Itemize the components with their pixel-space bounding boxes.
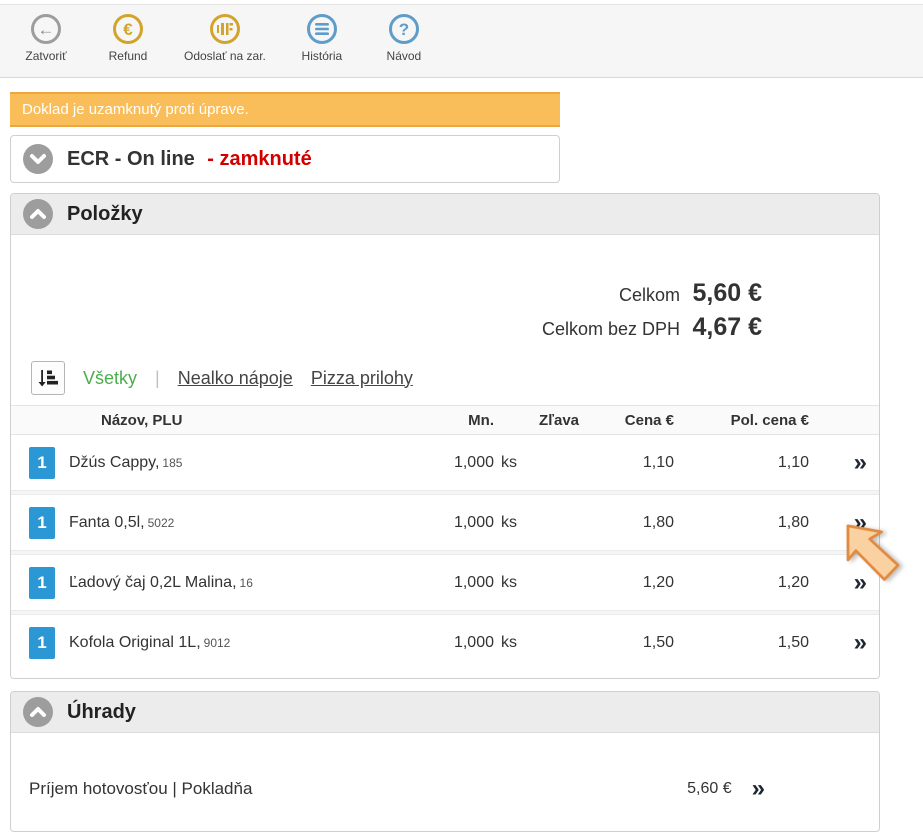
- help-button[interactable]: ? Návod: [378, 14, 430, 63]
- item-name: Džús Cappy,: [69, 454, 159, 471]
- header-line-total: Pol. cena €: [674, 412, 809, 429]
- item-line-total: 1,50: [674, 634, 809, 652]
- total-without-vat-value: 4,67 €: [692, 313, 762, 341]
- item-plu: 185: [162, 456, 182, 470]
- item-qty: 1,000: [414, 514, 494, 532]
- toolbar: ← Zatvoriť ˆ € Refund Odoslať na zar.: [0, 4, 923, 78]
- filter-category-nealko[interactable]: Nealko nápoje: [178, 368, 293, 389]
- totals-block: Celkom 5,60 € Celkom bez DPH 4,67 €: [11, 235, 879, 349]
- total-value: 5,60 €: [692, 279, 762, 307]
- items-table-header: Názov, PLU Mn. Zľava Cena € Pol. cena €: [11, 405, 879, 435]
- quantity-badge: 1: [29, 567, 55, 599]
- payment-method-label: Príjem hotovosťou | Pokladňa: [29, 779, 687, 799]
- item-name: Ľadový čaj 0,2L Malina,: [69, 574, 237, 591]
- ecr-title: ECR - On line: [67, 148, 195, 170]
- header-name-plu: Názov, PLU: [69, 412, 414, 429]
- payment-amount: 5,60 €: [687, 780, 731, 798]
- items-panel-header[interactable]: Položky: [11, 194, 879, 235]
- total-line: Celkom 5,60 €: [11, 279, 762, 308]
- toolbar-label: Návod: [387, 49, 422, 63]
- item-price: 1,50: [579, 634, 674, 652]
- item-price: 1,10: [579, 454, 674, 472]
- chevron-up-icon[interactable]: [23, 697, 53, 727]
- item-qty: 1,000: [414, 574, 494, 592]
- send-to-device-icon: [210, 14, 240, 44]
- item-row: 1 Kofola Original 1L,9012 1,000 ks 1,50 …: [11, 615, 879, 670]
- items-panel-title: Položky: [67, 203, 143, 226]
- toolbar-label: Refund: [109, 49, 148, 63]
- filter-divider: |: [155, 368, 160, 389]
- item-detail-chevron[interactable]: »: [854, 449, 865, 476]
- toolbar-label: Odoslať na zar.: [184, 49, 266, 63]
- header-qty: Mn.: [414, 412, 494, 429]
- ecr-status-panel[interactable]: ECR - On line - zamknuté: [10, 135, 560, 183]
- item-line-total: 1,10: [674, 454, 809, 472]
- back-arrow-icon: ←: [31, 14, 61, 44]
- close-button[interactable]: ← Zatvoriť: [20, 14, 72, 63]
- ecr-locked-status: - zamknuté: [207, 148, 311, 170]
- header-price: Cena €: [579, 412, 674, 429]
- item-name: Fanta 0,5l,: [69, 514, 145, 531]
- locked-document-banner: Doklad je uzamknutý proti úprave.: [10, 92, 560, 127]
- payments-panel-title: Úhrady: [67, 701, 136, 724]
- payments-panel-header[interactable]: Úhrady: [11, 692, 879, 733]
- item-plu: 16: [240, 576, 253, 590]
- item-unit: ks: [494, 574, 529, 592]
- payment-detail-chevron[interactable]: »: [752, 777, 763, 801]
- chevron-down-icon[interactable]: [23, 144, 53, 174]
- item-qty: 1,000: [414, 454, 494, 472]
- toolbar-label: História: [302, 49, 343, 63]
- refund-button[interactable]: ˆ € Refund: [102, 14, 154, 63]
- total-without-vat-label: Celkom bez DPH: [542, 319, 680, 339]
- item-unit: ks: [494, 514, 529, 532]
- item-line-total: 1,20: [674, 574, 809, 592]
- item-detail-chevron[interactable]: »: [854, 629, 865, 656]
- item-line-total: 1,80: [674, 514, 809, 532]
- items-panel: Položky Celkom 5,60 € Celkom bez DPH 4,6…: [10, 193, 880, 679]
- item-price: 1,20: [579, 574, 674, 592]
- payments-panel: Úhrady Príjem hotovosťou | Pokladňa 5,60…: [10, 691, 880, 832]
- item-plu: 9012: [204, 636, 231, 650]
- header-discount: Zľava: [529, 412, 579, 429]
- filter-all[interactable]: Všetky: [83, 368, 137, 389]
- total-label: Celkom: [619, 285, 680, 305]
- item-detail-chevron[interactable]: »: [854, 569, 865, 596]
- chevron-up-icon[interactable]: [23, 199, 53, 229]
- quantity-badge: 1: [29, 627, 55, 659]
- category-filter-row: Všetky | Nealko nápoje Pizza prilohy: [11, 349, 879, 405]
- item-unit: ks: [494, 454, 529, 472]
- item-qty: 1,000: [414, 634, 494, 652]
- item-row: 1 Džús Cappy,185 1,000 ks 1,10 1,10 »: [11, 435, 879, 490]
- item-row: 1 Ľadový čaj 0,2L Malina,16 1,000 ks 1,2…: [11, 555, 879, 610]
- send-to-device-button[interactable]: Odoslať na zar.: [184, 14, 266, 63]
- toolbar-label: Zatvoriť: [25, 49, 66, 63]
- sort-icon: [37, 367, 59, 389]
- history-lines-icon: [307, 14, 337, 44]
- history-button[interactable]: História: [296, 14, 348, 63]
- refund-euro-icon: ˆ €: [113, 14, 143, 44]
- payment-row: Príjem hotovosťou | Pokladňa 5,60 € »: [11, 733, 879, 831]
- item-detail-chevron[interactable]: »: [854, 509, 865, 536]
- quantity-badge: 1: [29, 447, 55, 479]
- help-question-icon: ?: [389, 14, 419, 44]
- quantity-badge: 1: [29, 507, 55, 539]
- sort-button[interactable]: [31, 361, 65, 395]
- total-line: Celkom bez DPH 4,67 €: [11, 313, 762, 342]
- euro-hat-glyph: ˆ: [126, 13, 130, 25]
- item-row: 1 Fanta 0,5l,5022 1,000 ks 1,80 1,80 »: [11, 495, 879, 550]
- item-name: Kofola Original 1L,: [69, 634, 201, 651]
- item-price: 1,80: [579, 514, 674, 532]
- item-unit: ks: [494, 634, 529, 652]
- item-plu: 5022: [148, 516, 175, 530]
- filter-category-pizza[interactable]: Pizza prilohy: [311, 368, 413, 389]
